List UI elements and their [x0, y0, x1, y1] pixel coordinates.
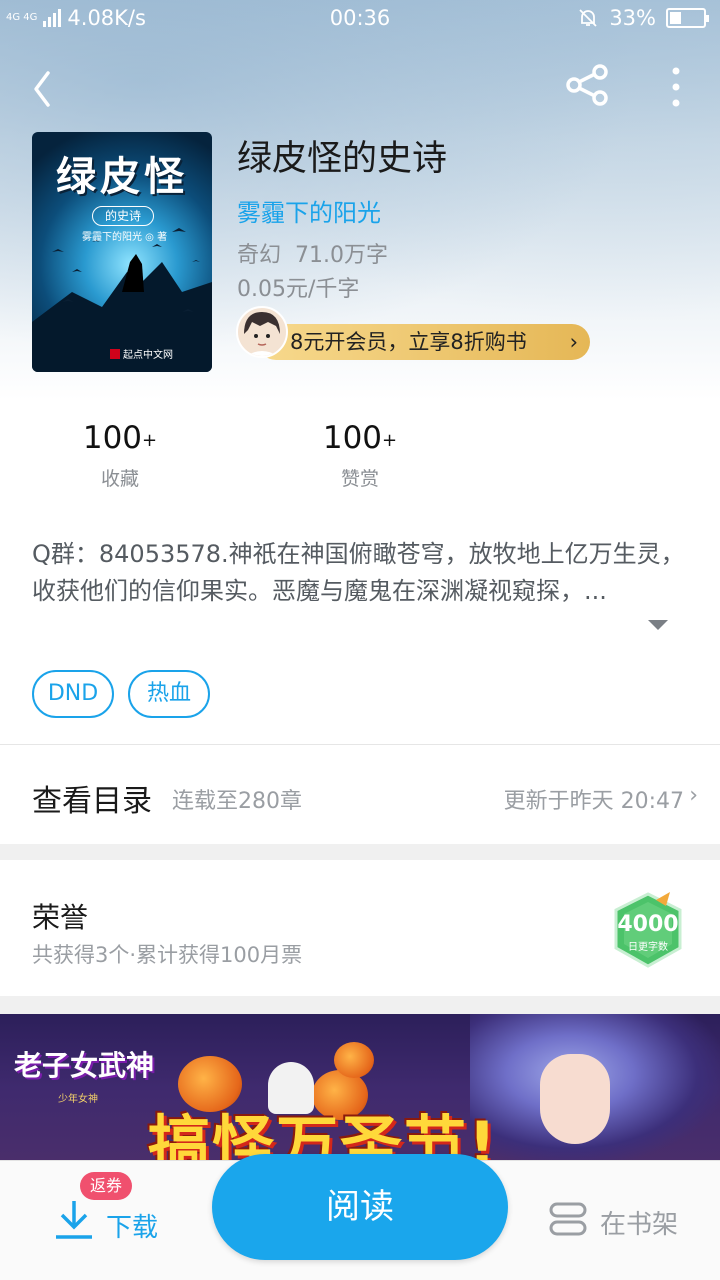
book-genre: 奇幻: [237, 243, 282, 268]
pumpkin-icon: [334, 1042, 374, 1078]
tag-dnd[interactable]: DND: [32, 670, 114, 718]
stat-favorites-number: 100: [82, 420, 143, 456]
badge-label: 日更字数: [628, 942, 668, 953]
status-right: 33%: [577, 6, 709, 30]
ad-logo: 老子女武神: [14, 1049, 155, 1082]
tag-hot-blood[interactable]: 热血: [128, 670, 210, 718]
ad-logo-sub: 少年女神: [58, 1094, 98, 1105]
stat-favorites[interactable]: 100+ 收藏: [50, 420, 190, 491]
more-icon[interactable]: [654, 59, 698, 111]
vip-banner[interactable]: 8元开会员，立享8折购书 ›: [258, 324, 590, 360]
book-cover[interactable]: 绿皮怪 的史诗 雾霾下的阳光 ◎ 著 起点中文网: [32, 132, 212, 372]
stat-favorites-value: 100+: [50, 420, 190, 456]
toc-serial: 连载至280章: [172, 789, 302, 814]
toc-title: 查看目录: [32, 784, 152, 819]
toc-updated: 更新于昨天 20:47: [503, 789, 684, 814]
bookshelf-label: 在书架: [600, 1210, 679, 1240]
expand-icon[interactable]: [646, 618, 670, 632]
cover-author: 雾霾下的阳光 ◎ 著: [82, 232, 168, 243]
download-icon: [56, 1201, 92, 1239]
avatar: [236, 306, 288, 358]
read-button[interactable]: 阅读: [212, 1154, 508, 1260]
stat-favorites-suffix: +: [142, 430, 158, 451]
back-icon[interactable]: [22, 61, 66, 109]
honor-badge: 4000 日更字数: [608, 890, 688, 970]
stat-favorites-label: 收藏: [100, 468, 139, 490]
book-author[interactable]: 雾霾下的阳光: [237, 193, 381, 228]
honor-subtitle: 共获得3个·累计获得100月票: [32, 943, 303, 967]
stat-rewards-suffix: +: [382, 430, 398, 451]
book-description[interactable]: Q群：84053578.神祇在神国俯瞰苍穹，放牧地上亿万生灵，收获他们的信仰果实…: [32, 536, 692, 610]
stat-rewards[interactable]: 100+ 赞赏: [290, 420, 430, 491]
section-gap: [0, 844, 720, 860]
bookshelf-button[interactable]: 在书架: [548, 1196, 698, 1246]
ad-banner[interactable]: 老子女武神 少年女神 搞怪万圣节!: [0, 1014, 720, 1162]
stat-rewards-value: 100+: [290, 420, 430, 456]
stat-rewards-label: 赞赏: [340, 468, 379, 490]
battery-percent: 33%: [609, 6, 656, 30]
chevron-right-icon: ›: [689, 783, 698, 808]
status-bar: 4G 4G 4.08K/s 00:36 33%: [0, 0, 720, 38]
cover-title: 绿皮怪: [56, 153, 188, 200]
ad-character-face: [540, 1054, 610, 1144]
stat-rewards-number: 100: [322, 420, 383, 456]
honor-title: 荣誉: [32, 901, 89, 934]
honor-section[interactable]: 荣誉 共获得3个·累计获得100月票 4000 日更字数: [0, 860, 720, 996]
ad-title: 搞怪万圣节!: [148, 1108, 499, 1162]
battery-icon: [666, 8, 709, 28]
badge-value: 4000: [617, 912, 679, 937]
book-words: 71.0万字: [295, 243, 389, 268]
coupon-badge: 返券: [80, 1172, 133, 1200]
divider: [0, 744, 720, 745]
cover-publisher-name: 起点中文网: [123, 350, 173, 361]
book-title: 绿皮怪的史诗: [237, 139, 448, 179]
book-price: 0.05元/千字: [237, 277, 360, 302]
mute-bell-icon: [579, 9, 597, 27]
chevron-right-icon: ›: [569, 330, 578, 354]
cover-publisher: 起点中文网: [110, 346, 173, 361]
top-nav: [0, 55, 720, 115]
download-button[interactable]: 下载: [54, 1197, 174, 1247]
bookshelf-icon: [549, 1202, 587, 1236]
download-label: 下载: [106, 1213, 159, 1243]
toc-row[interactable]: 查看目录 连载至280章 更新于昨天 20:47 ›: [0, 746, 720, 844]
share-icon[interactable]: [562, 59, 614, 111]
section-gap: [0, 996, 720, 1014]
vip-banner-text: 8元开会员，立享8折购书: [290, 330, 527, 354]
book-meta: 奇幻 71.0万字: [237, 237, 388, 269]
cover-subtitle: 的史诗: [92, 206, 154, 226]
